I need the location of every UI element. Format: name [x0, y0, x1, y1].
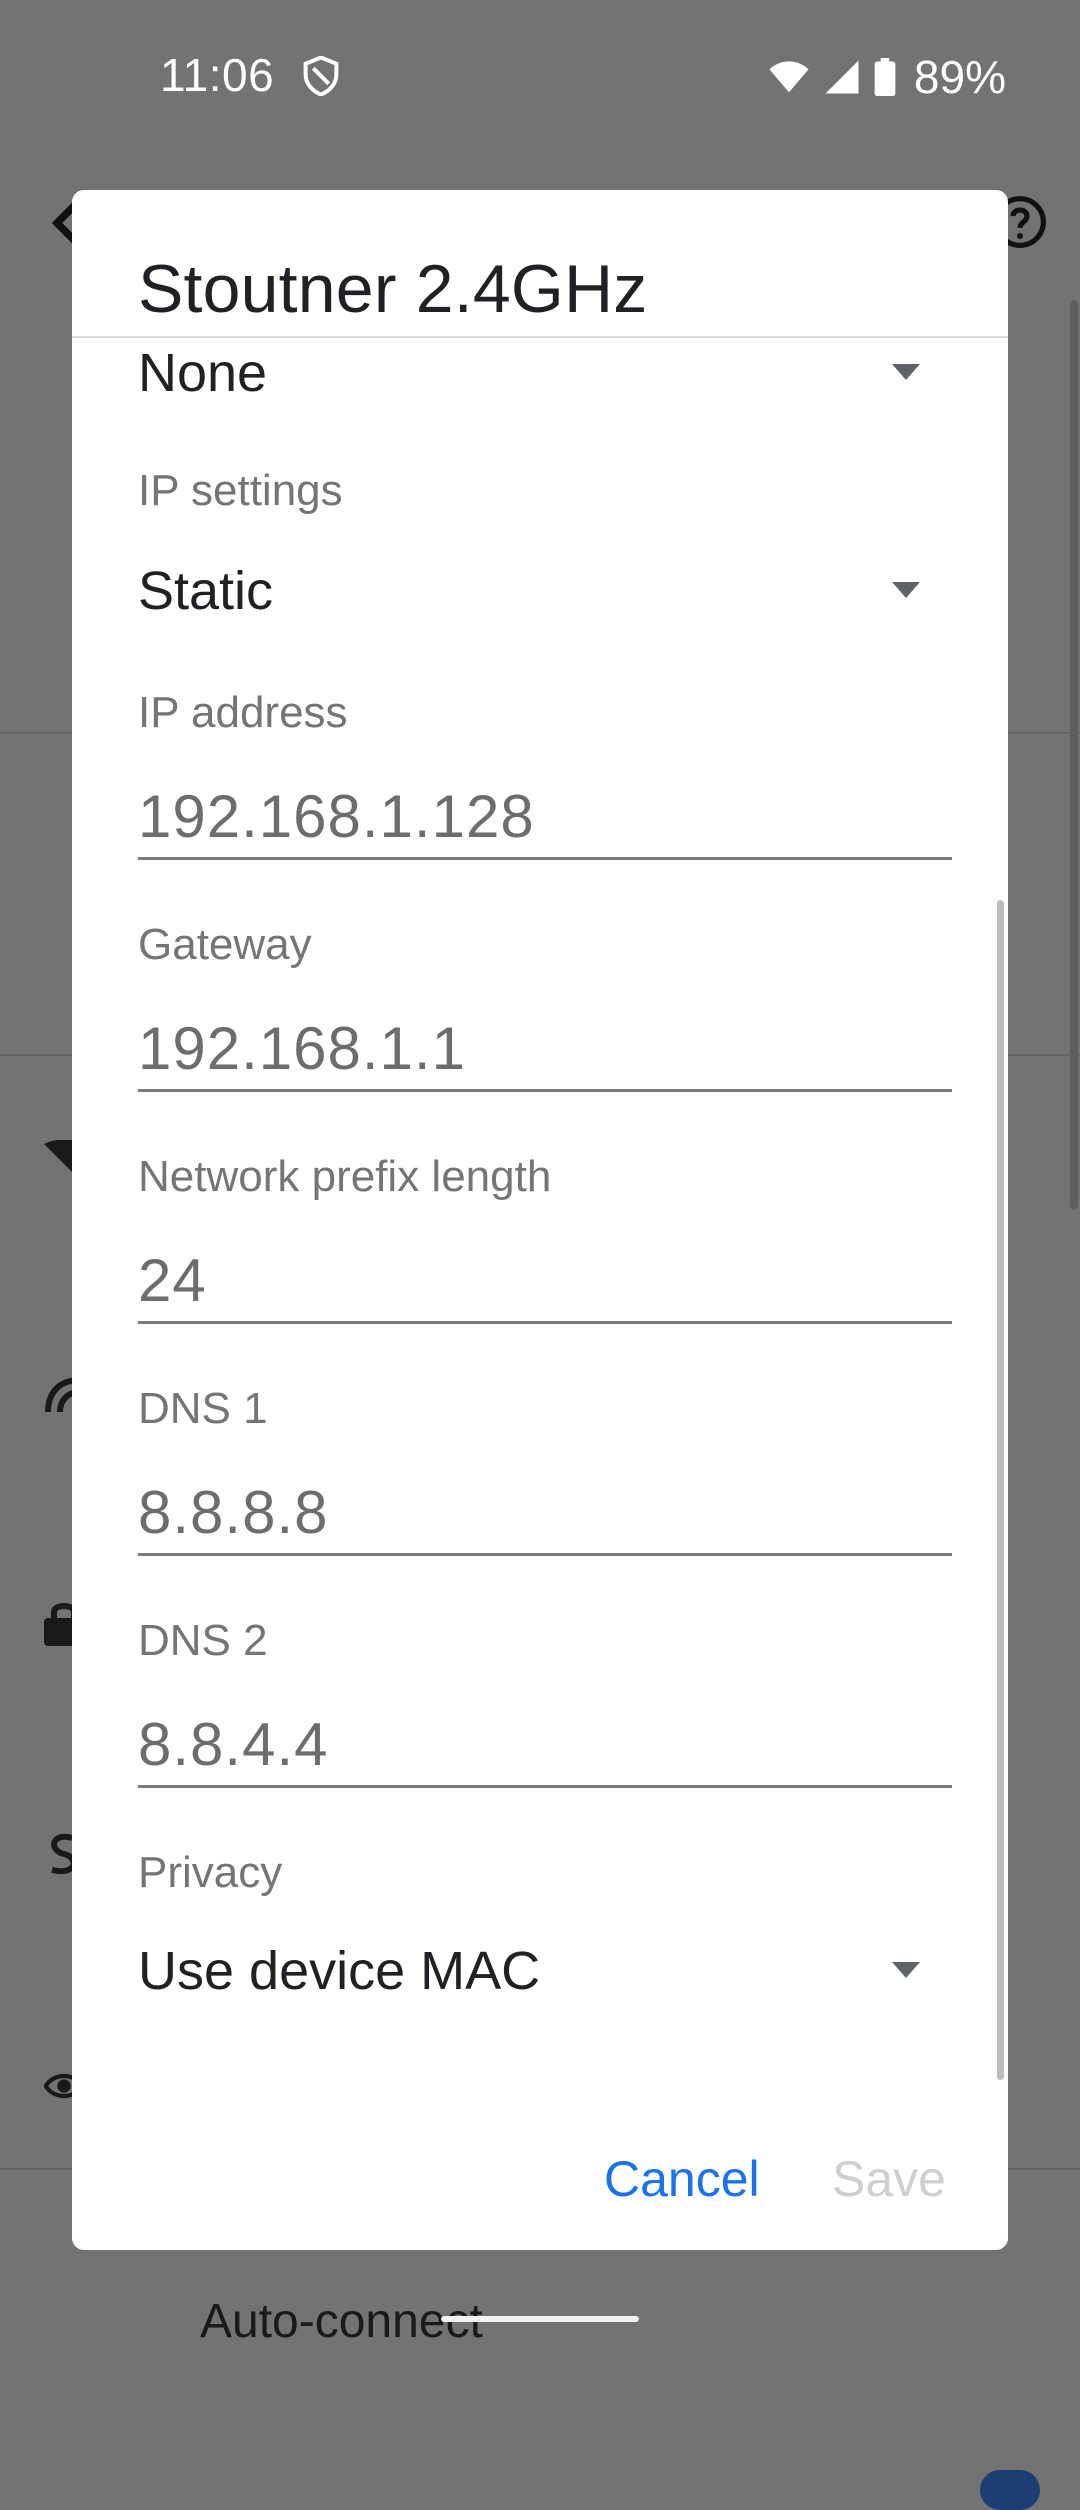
- dialog-scrollbar[interactable]: [997, 900, 1004, 2080]
- gesture-nav-bar[interactable]: [441, 2316, 639, 2322]
- status-icons: 89%: [768, 50, 1006, 104]
- ip-settings-label: IP settings: [138, 466, 343, 515]
- dns1-input[interactable]: [138, 1476, 952, 1548]
- status-time: 11:06: [160, 49, 275, 101]
- prefix-length-input[interactable]: [138, 1244, 952, 1316]
- gateway-input[interactable]: [138, 1012, 952, 1084]
- proxy-spinner[interactable]: None: [138, 342, 942, 412]
- gateway-field[interactable]: [138, 1012, 952, 1092]
- battery-percent: 89%: [913, 51, 1006, 103]
- privacy-value: Use device MAC: [138, 1941, 541, 2001]
- dns2-input[interactable]: [138, 1708, 952, 1780]
- save-button[interactable]: Save: [832, 2150, 946, 2208]
- dialog-title: Stoutner 2.4GHz: [138, 251, 648, 327]
- prefix-length-field[interactable]: [138, 1244, 952, 1324]
- dialog-title-divider: [72, 336, 1008, 338]
- signal-icon: [825, 60, 859, 94]
- dropdown-arrow-icon: [892, 364, 920, 380]
- privacy-spinner[interactable]: Use device MAC: [138, 1940, 942, 2010]
- dns2-label: DNS 2: [138, 1616, 268, 1665]
- dns1-label: DNS 1: [138, 1384, 268, 1433]
- proxy-value: None: [138, 343, 268, 403]
- gateway-label: Gateway: [138, 920, 312, 969]
- dns1-field[interactable]: [138, 1476, 952, 1556]
- dropdown-arrow-icon: [892, 582, 920, 598]
- cancel-button[interactable]: Cancel: [604, 2150, 760, 2208]
- prefix-length-label: Network prefix length: [138, 1152, 552, 1201]
- shield-icon: [303, 56, 339, 96]
- dropdown-arrow-icon: [892, 1962, 920, 1978]
- ip-settings-spinner[interactable]: Static: [138, 560, 942, 630]
- network-dialog: Stoutner 2.4GHz None IP settings Static …: [72, 190, 1008, 2250]
- privacy-label: Privacy: [138, 1848, 283, 1897]
- ip-address-input[interactable]: [138, 780, 952, 852]
- ip-settings-value: Static: [138, 561, 274, 621]
- battery-icon: [874, 58, 896, 96]
- ip-address-field[interactable]: [138, 780, 952, 860]
- status-bar: 11:06 89%: [0, 0, 1080, 150]
- background-scrollbar: [1070, 300, 1078, 1210]
- auto-connect-toggle[interactable]: [980, 2470, 1040, 2510]
- wifi-icon: [769, 61, 809, 93]
- auto-connect-label: Auto-connect: [200, 2295, 483, 2348]
- dns2-field[interactable]: [138, 1708, 952, 1788]
- ip-address-label: IP address: [138, 688, 348, 737]
